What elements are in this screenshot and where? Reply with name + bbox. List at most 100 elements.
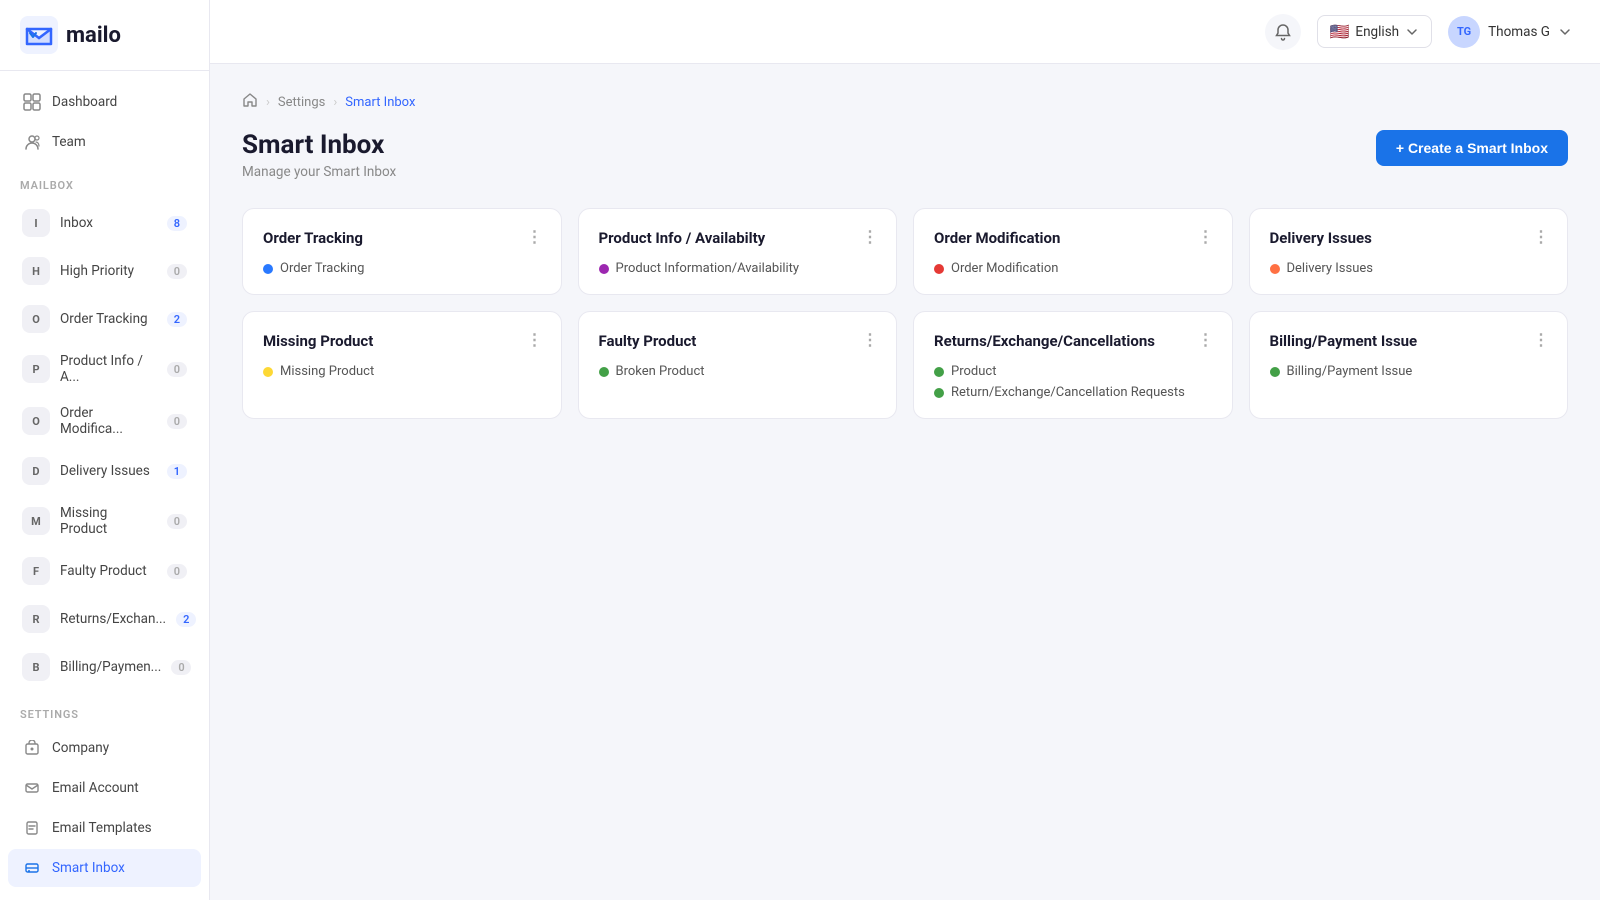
- flag-icon: 🇺🇸: [1330, 22, 1350, 41]
- sidebar-badge-billing: 0: [171, 660, 191, 675]
- card-menu-product-info[interactable]: ⋮: [858, 225, 882, 248]
- smart-inbox-icon: [22, 858, 42, 878]
- card-title-order-tracking: Order Tracking: [263, 229, 541, 247]
- tag-dot: [599, 264, 609, 274]
- sidebar-label-order-tracking: Order Tracking: [60, 311, 157, 327]
- mailbox-section-label: Mailbox: [0, 163, 209, 198]
- sidebar-item-dashboard[interactable]: Dashboard: [8, 83, 201, 121]
- card-tag: Return/Exchange/Cancellation Requests: [934, 385, 1212, 400]
- tag-dot: [934, 367, 944, 377]
- sidebar-label-delivery-issues: Delivery Issues: [60, 463, 157, 479]
- card-title-missing-product: Missing Product: [263, 332, 541, 350]
- page-subtitle: Manage your Smart Inbox: [242, 164, 396, 180]
- sidebar-settings-smart-inbox[interactable]: Smart Inbox: [8, 849, 201, 887]
- home-icon[interactable]: [242, 92, 258, 112]
- dashboard-icon: [22, 92, 42, 112]
- sidebar-settings-label-smart-inbox: Smart Inbox: [52, 860, 187, 876]
- card-delivery-issues[interactable]: Delivery Issues Delivery Issues ⋮: [1249, 208, 1569, 295]
- card-returns[interactable]: Returns/Exchange/Cancellations Product R…: [913, 311, 1233, 419]
- sidebar-item-billing[interactable]: B Billing/Paymen... 0: [8, 644, 201, 690]
- card-missing-product[interactable]: Missing Product Missing Product ⋮: [242, 311, 562, 419]
- card-menu-returns[interactable]: ⋮: [1194, 328, 1218, 351]
- create-smart-inbox-button[interactable]: + Create a Smart Inbox: [1376, 130, 1568, 166]
- card-tag: Delivery Issues: [1270, 261, 1548, 276]
- sidebar-badge-order-tracking: 2: [167, 312, 187, 327]
- card-menu-missing-product[interactable]: ⋮: [523, 328, 547, 351]
- sidebar-item-team[interactable]: Team: [8, 123, 201, 161]
- page-title-group: Smart Inbox Manage your Smart Inbox: [242, 130, 396, 180]
- user-menu[interactable]: TG Thomas G: [1448, 16, 1572, 48]
- sidebar-item-order-tracking[interactable]: O Order Tracking 2: [8, 296, 201, 342]
- tag-dot: [599, 367, 609, 377]
- sidebar-letter-icon-delivery-issues: D: [22, 457, 50, 485]
- sidebar-settings-label-email-templates: Email Templates: [52, 820, 187, 836]
- sidebar-letter-icon-product-info: P: [22, 355, 50, 383]
- logo: mailo: [0, 0, 209, 71]
- card-tag: Billing/Payment Issue: [1270, 364, 1548, 379]
- card-title-product-info: Product Info / Availabilty: [599, 229, 877, 247]
- sidebar-badge-order-modifica: 0: [167, 414, 187, 429]
- sidebar-label-high-priority: High Priority: [60, 263, 157, 279]
- sidebar-item-order-modifica[interactable]: O Order Modifica... 0: [8, 396, 201, 446]
- tag-dot: [263, 264, 273, 274]
- card-faulty-product[interactable]: Faulty Product Broken Product ⋮: [578, 311, 898, 419]
- card-tag: Order Modification: [934, 261, 1212, 276]
- sidebar-settings-company[interactable]: Company: [8, 729, 201, 767]
- tag-dot: [1270, 367, 1280, 377]
- sidebar-label-order-modifica: Order Modifica...: [60, 405, 157, 437]
- card-order-modification[interactable]: Order Modification Order Modification ⋮: [913, 208, 1233, 295]
- email-account-icon: [22, 778, 42, 798]
- tag-dot: [263, 367, 273, 377]
- sidebar-label-faulty-product: Faulty Product: [60, 563, 157, 579]
- sidebar-item-returns[interactable]: R Returns/Exchan... 2: [8, 596, 201, 642]
- sidebar-letter-icon-returns: R: [22, 605, 50, 633]
- sidebar-label-inbox: Inbox: [60, 215, 157, 231]
- sidebar-badge-high-priority: 0: [167, 264, 187, 279]
- sidebar-settings-email-account[interactable]: Email Account: [8, 769, 201, 807]
- company-icon: [22, 738, 42, 758]
- breadcrumb-settings[interactable]: Settings: [278, 95, 325, 110]
- card-menu-delivery-issues[interactable]: ⋮: [1529, 225, 1553, 248]
- sidebar-item-missing-product[interactable]: M Missing Product 0: [8, 496, 201, 546]
- card-title-order-modification: Order Modification: [934, 229, 1212, 247]
- user-chevron-icon: [1558, 25, 1572, 39]
- card-tag: Product Information/Availability: [599, 261, 877, 276]
- card-menu-billing[interactable]: ⋮: [1529, 328, 1553, 351]
- notification-bell[interactable]: [1265, 14, 1301, 50]
- sidebar-label-billing: Billing/Paymen...: [60, 659, 161, 675]
- language-selector[interactable]: 🇺🇸 English: [1317, 15, 1433, 48]
- sidebar-item-faulty-product[interactable]: F Faulty Product 0: [8, 548, 201, 594]
- card-product-info[interactable]: Product Info / Availabilty Product Infor…: [578, 208, 898, 295]
- sidebar-label-returns: Returns/Exchan...: [60, 611, 166, 627]
- sidebar-settings-email-templates[interactable]: Email Templates: [8, 809, 201, 847]
- chevron-down-icon: [1405, 25, 1419, 39]
- breadcrumb: › Settings › Smart Inbox: [242, 92, 1568, 112]
- logo-text: mailo: [66, 23, 121, 48]
- card-menu-order-tracking[interactable]: ⋮: [523, 225, 547, 248]
- card-tags-missing-product: Missing Product: [263, 364, 541, 379]
- card-tags-billing: Billing/Payment Issue: [1270, 364, 1548, 379]
- sidebar-item-high-priority[interactable]: H High Priority 0: [8, 248, 201, 294]
- sidebar-item-delivery-issues[interactable]: D Delivery Issues 1: [8, 448, 201, 494]
- sidebar-item-product-info[interactable]: P Product Info / A... 0: [8, 344, 201, 394]
- sidebar-badge-missing-product: 0: [167, 514, 187, 529]
- user-avatar: TG: [1448, 16, 1480, 48]
- settings-section-label: Settings: [0, 692, 209, 727]
- tag-dot: [934, 264, 944, 274]
- email-templates-icon: [22, 818, 42, 838]
- sidebar-badge-faulty-product: 0: [167, 564, 187, 579]
- user-name: Thomas G: [1488, 24, 1550, 40]
- card-billing[interactable]: Billing/Payment Issue Billing/Payment Is…: [1249, 311, 1569, 419]
- sidebar-letter-icon-billing: B: [22, 653, 50, 681]
- card-title-billing: Billing/Payment Issue: [1270, 332, 1548, 350]
- card-menu-order-modification[interactable]: ⋮: [1194, 225, 1218, 248]
- card-tag: Missing Product: [263, 364, 541, 379]
- tag-label: Product: [951, 364, 996, 379]
- sidebar-letter-icon-high-priority: H: [22, 257, 50, 285]
- card-menu-faulty-product[interactable]: ⋮: [858, 328, 882, 351]
- sidebar-item-inbox[interactable]: I Inbox 8: [8, 200, 201, 246]
- card-order-tracking[interactable]: Order Tracking Order Tracking ⋮: [242, 208, 562, 295]
- sidebar-settings-label-email-account: Email Account: [52, 780, 187, 796]
- page-content: › Settings › Smart Inbox Smart Inbox Man…: [210, 64, 1600, 900]
- tag-dot: [934, 388, 944, 398]
